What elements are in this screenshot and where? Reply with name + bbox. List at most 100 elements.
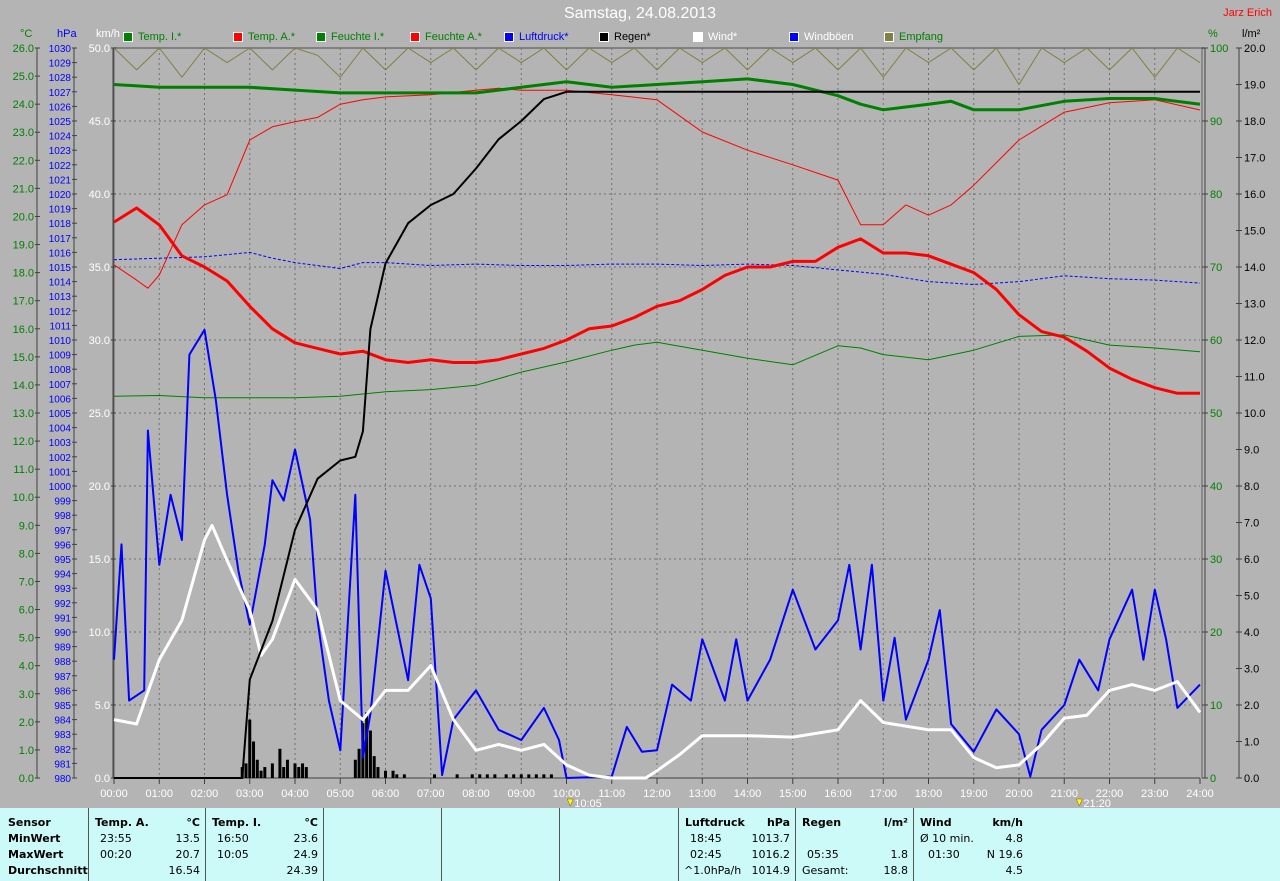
y-tick-label-rain: 20.0 bbox=[1244, 43, 1265, 55]
rain-bar bbox=[534, 774, 538, 778]
y-tick-label-temp: 1.0 bbox=[19, 745, 34, 757]
y-tick-label-pressure: 1002 bbox=[49, 453, 72, 464]
legend-label: Temp. A.* bbox=[248, 31, 296, 43]
x-tick-label: 00:00 bbox=[100, 788, 128, 800]
y-tick-label-wind: 40.0 bbox=[89, 189, 110, 201]
x-tick-label: 04:00 bbox=[281, 788, 309, 800]
stats-temp-a: Temp. A. °C 23:55 13.5 00:20 20.7 16.54 bbox=[88, 808, 206, 881]
y-tick-label-pressure: 982 bbox=[54, 745, 71, 756]
y-tick-label-temp: 11.0 bbox=[13, 464, 34, 476]
y-tick-label-rain: 19.0 bbox=[1244, 80, 1265, 92]
y-tick-label-pressure: 1014 bbox=[49, 278, 72, 289]
y-tick-label-pressure: 1011 bbox=[49, 321, 71, 332]
wind-title: Wind bbox=[920, 816, 952, 829]
y-tick-label-wind: 5.0 bbox=[95, 700, 110, 712]
stats-pressure: Luftdruck hPa 18:45 1013.7 02:45 1016.2 … bbox=[678, 808, 796, 881]
y-tick-label-wind: 30.0 bbox=[89, 335, 110, 347]
x-tick-label: 02:00 bbox=[191, 788, 219, 800]
y-tick-label-rain: 3.0 bbox=[1244, 664, 1259, 676]
x-tick-label: 16:00 bbox=[824, 788, 852, 800]
statistics-table: Sensor MinWert MaxWert Durchschnitt Temp… bbox=[0, 808, 1280, 881]
y-tick-label-rain: 1.0 bbox=[1244, 737, 1259, 749]
pressure-unit: hPa bbox=[766, 816, 790, 829]
x-tick-label: 20:00 bbox=[1005, 788, 1033, 800]
rain-bar bbox=[304, 767, 308, 778]
legend-item: Luftdruck* bbox=[504, 31, 569, 43]
y-tick-label-wind: 50.0 bbox=[89, 43, 110, 55]
x-tick-label: 24:00 bbox=[1186, 788, 1214, 800]
y-tick-label-pressure: 994 bbox=[54, 570, 71, 581]
x-tick-label: 14:00 bbox=[734, 788, 762, 800]
y-tick-label-temp: 8.0 bbox=[19, 548, 34, 560]
y-tick-label-temp: 3.0 bbox=[19, 689, 34, 701]
y-tick-label-pressure: 1020 bbox=[49, 190, 72, 201]
temp-a-avg: 16.54 bbox=[168, 864, 201, 877]
y-tick-label-rain: 17.0 bbox=[1244, 153, 1265, 165]
rain-bar bbox=[542, 774, 546, 778]
y-tick-label-temp: 16.0 bbox=[13, 324, 34, 336]
y-tick-label-pressure: 990 bbox=[54, 628, 71, 639]
y-tick-label-pressure: 1016 bbox=[49, 248, 72, 259]
legend-label: Luftdruck* bbox=[519, 31, 569, 43]
y-tick-label-wind: 25.0 bbox=[89, 408, 110, 420]
row-label-max: MaxWert bbox=[8, 848, 64, 861]
rain-bar bbox=[493, 774, 497, 778]
legend-swatch bbox=[789, 32, 799, 42]
rain-bar bbox=[259, 770, 263, 778]
temp-a-min: 13.5 bbox=[175, 832, 201, 845]
marker-label: 21:20 bbox=[1083, 798, 1111, 808]
pressure-trend: ^1.0hPa/h bbox=[684, 864, 742, 877]
y-tick-label-pressure: 1008 bbox=[49, 365, 72, 376]
pressure-max: 1016.2 bbox=[751, 848, 791, 861]
rain-bar bbox=[278, 748, 282, 778]
y-tick-label-pressure: 1029 bbox=[49, 59, 72, 70]
rain-bar bbox=[519, 774, 523, 778]
wind-avg10: 4.8 bbox=[1005, 832, 1024, 845]
rain-bar bbox=[255, 759, 259, 778]
y-tick-label-temp: 5.0 bbox=[19, 633, 34, 645]
x-tick-label: 09:00 bbox=[507, 788, 535, 800]
x-tick-label: 13:00 bbox=[688, 788, 716, 800]
x-tick-label: 03:00 bbox=[236, 788, 264, 800]
y-tick-label-humidity: 30 bbox=[1210, 554, 1222, 566]
legend-item: Temp. I.* bbox=[123, 31, 181, 43]
temp-i-max-time: 10:05 bbox=[217, 848, 249, 861]
y-tick-label-wind: 10.0 bbox=[89, 627, 110, 639]
temp-i-min: 23.6 bbox=[293, 832, 319, 845]
rain-bar bbox=[485, 774, 489, 778]
temp-i-avg: 24.39 bbox=[286, 864, 319, 877]
y-tick-label-humidity: 0 bbox=[1210, 773, 1216, 785]
rain-bar bbox=[263, 767, 267, 778]
x-tick-label: 01:00 bbox=[145, 788, 173, 800]
wind-max-time: 01:30 bbox=[928, 848, 960, 861]
y-tick-label-rain: 16.0 bbox=[1244, 189, 1265, 201]
y-tick-label-humidity: 40 bbox=[1210, 481, 1222, 493]
y-tick-label-pressure: 1025 bbox=[49, 117, 72, 128]
y-tick-label-pressure: 1012 bbox=[49, 307, 72, 318]
y-tick-label-pressure: 986 bbox=[54, 686, 71, 697]
legend-label: Windböen bbox=[804, 31, 854, 43]
y-tick-label-temp: 17.0 bbox=[13, 296, 34, 308]
y-tick-label-pressure: 992 bbox=[54, 599, 71, 610]
legend-label: Regen* bbox=[614, 31, 651, 43]
rain-bar bbox=[301, 763, 305, 778]
x-tick-label: 07:00 bbox=[417, 788, 445, 800]
x-tick-label: 18:00 bbox=[915, 788, 943, 800]
legend-item: Temp. A.* bbox=[233, 31, 295, 43]
rain-bar bbox=[353, 759, 357, 778]
y-axis-unit-pressure: hPa bbox=[57, 28, 77, 40]
y-tick-label-rain: 10.0 bbox=[1244, 408, 1265, 420]
y-tick-label-pressure: 1027 bbox=[49, 88, 72, 99]
marker-arrow-icon bbox=[1075, 798, 1083, 807]
x-tick-label: 06:00 bbox=[372, 788, 400, 800]
x-tick-label: 17:00 bbox=[869, 788, 897, 800]
weather-chart: 00:00 01:00 02:00 03:00 04:00 05:00 06:00 07:00… bbox=[13, 28, 1266, 808]
y-tick-label-temp: 20.0 bbox=[13, 211, 34, 223]
y-tick-label-rain: 11.0 bbox=[1244, 372, 1265, 384]
y-tick-label-temp: 25.0 bbox=[13, 71, 34, 83]
y-tick-label-pressure: 1006 bbox=[49, 394, 72, 405]
legend-item: Feuchte I.* bbox=[316, 31, 384, 43]
wind-unit: km/h bbox=[992, 816, 1023, 829]
y-axis-unit-temp: °C bbox=[20, 28, 32, 40]
pressure-max-time: 02:45 bbox=[690, 848, 722, 861]
